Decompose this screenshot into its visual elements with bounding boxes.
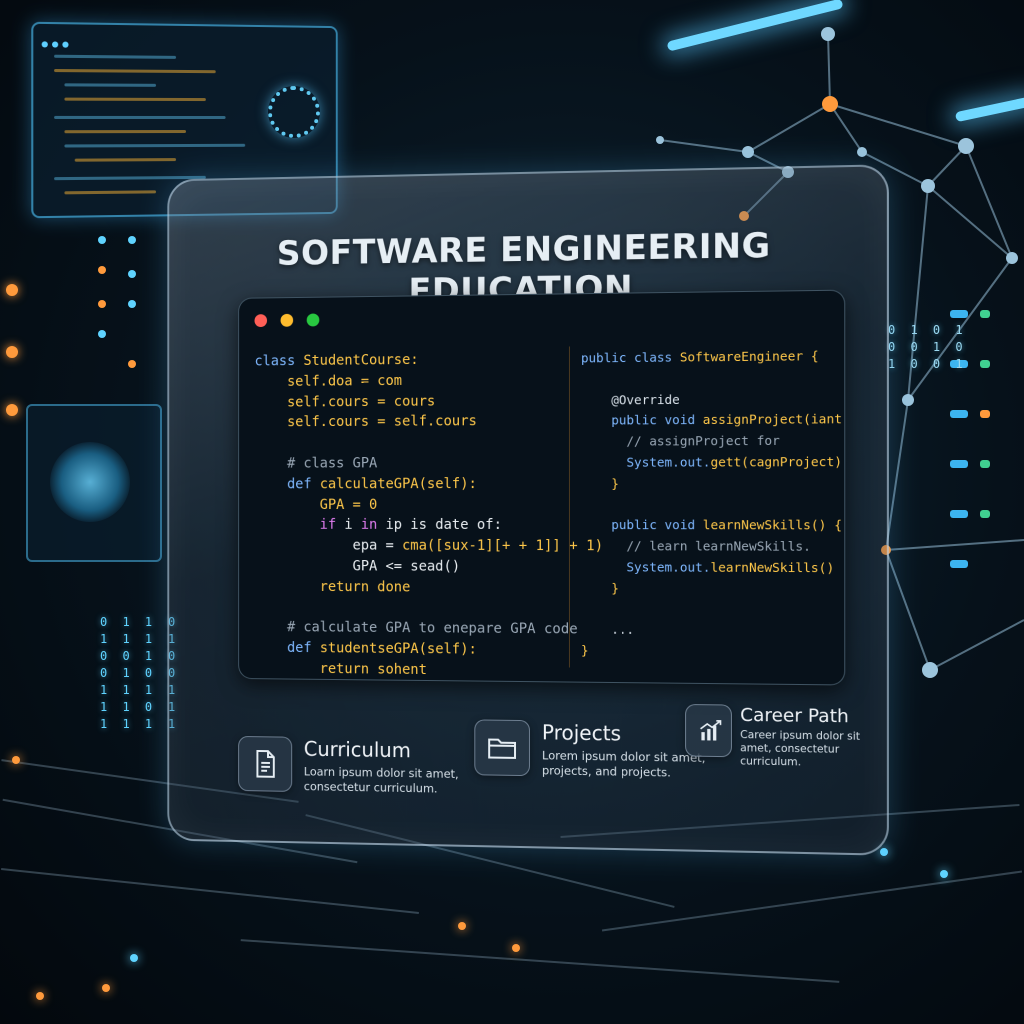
gear-icon [268,86,320,138]
code-line: public void learnNewSkills() { [581,515,845,536]
feature-projects[interactable]: Projects Lorem ipsum dolor sit amet, pro… [474,719,706,785]
feature-title: Career Path [740,704,849,728]
code-line: GPA <= sead() [255,556,604,578]
code-line: } [581,473,845,495]
minimize-dot[interactable] [280,313,294,327]
code-token: return done [254,578,411,596]
code-line: public void assignProject(iant arge) { [581,409,845,432]
code-line: ... [581,620,845,644]
code-token: self.doa = com [254,372,403,390]
growth-chart-icon [685,703,732,758]
code-line: System.out.learnNewSkills() ); [581,557,845,579]
code-token: } [580,642,589,658]
code-token: System.out. [580,559,711,575]
code-token: class [254,353,304,370]
window-controls [254,311,329,331]
folder-icon [474,719,530,777]
code-line: } [581,578,845,601]
code-token: assignProject(iant arge) { [702,411,843,428]
code-line: return done [255,577,604,599]
code-token: ... [580,621,635,638]
code-token: System.out. [580,454,711,470]
code-token: GPA <= sead() [254,558,461,575]
code-token: if [254,517,345,534]
code-line: } [581,641,845,665]
code-line: def calculateGPA(self): [255,474,604,495]
code-token: public void [580,517,703,533]
code-line: return sohent [255,658,604,682]
code-token: public class [580,349,680,366]
code-token: @Override [580,391,680,408]
code-line: GPA = 0 [255,494,604,515]
glass-panel: SOFTWARE ENGINEERING EDUCATION class Stu… [167,164,889,856]
code-token: learnNewSkills() ); [710,559,846,576]
java-code: public class SoftwareEngineer { @Overrid… [581,345,845,664]
code-line: class StudentCourse: [255,348,604,372]
binary-stream: 0 1 0 1 0 0 1 0 1 0 0 1 [888,323,967,371]
code-token: } [580,475,619,491]
background-window-dots [41,32,73,52]
scene: 0 1 1 1 1 1 0 0 1 0 1 0 1 1 1 1 1 0 1 1 … [0,0,1024,1024]
code-line: epa = cma([sux-1][+ + 1]] + 1) [255,536,604,557]
code-token: def [254,476,320,493]
code-token: in [360,517,386,534]
code-token: public void [580,412,703,429]
code-token: cma([sux-1][+ + 1]] + 1) [402,537,604,555]
code-token: StudentCourse: [303,352,419,369]
code-token: def [254,639,320,657]
code-line: self.doa = com [255,369,604,393]
code-line: System.out.gett(cagnProject); [581,452,845,474]
code-token: gett(cagnProject); [710,453,846,470]
code-token: // learn learnNewSkills. [580,538,811,554]
code-token: learnNewSkills() { [702,517,843,533]
feature-title: Curriculum [303,736,411,763]
code-token: // assignProject for [580,432,780,449]
code-token: return sohent [254,660,427,678]
code-editor-window: class StudentCourse: self.doa = com self… [238,289,846,686]
feature-career-path[interactable]: Career Path Career ipsum dolor sit amet,… [685,703,881,770]
code-token: } [580,580,619,596]
code-token: self.cours = cours [254,393,436,411]
code-line: self.cours = cours [255,390,604,413]
code-token: # calculate GPA to enepare GPA code [254,619,578,638]
code-token: SoftwareEngineer { [679,348,819,365]
feature-title: Projects [541,720,622,746]
code-line: // learn learnNewSkills. [581,536,845,558]
globe-hologram [50,442,130,522]
code-token: calculateGPA(self): [319,475,477,493]
code-token: studentseGPA(self): [319,640,477,658]
code-line: public class SoftwareEngineer { [581,345,845,369]
code-token: # class GPA [254,455,378,472]
code-line: @Override [581,388,845,411]
code-divider [568,346,570,668]
background-monitor [26,404,162,562]
code-line: // assignProject for [581,430,845,452]
feature-description: Career ipsum dolor sit amet, consectetur… [740,728,861,769]
feature-curriculum[interactable]: Curriculum Loarn ipsum dolor sit amet, c… [238,735,462,801]
feature-description: Loarn ipsum dolor sit amet, consectetur … [303,764,459,796]
code-token: ip is date of: [385,517,502,534]
code-token: GPA = 0 [254,496,378,513]
code-line: # calculate GPA to enepare GPA code [255,618,604,641]
close-dot[interactable] [254,314,268,328]
code-token: i [344,517,361,534]
code-line: if i in ip is date of: [255,515,604,536]
maximize-dot[interactable] [306,313,320,327]
code-line: self.cours = self.cours [255,411,604,434]
code-token: epa = [254,537,403,554]
document-icon [238,735,293,792]
python-code: class StudentCourse: self.doa = com self… [255,348,604,682]
code-line: # class GPA [255,453,604,475]
code-token: self.cours = self.cours [254,413,477,431]
